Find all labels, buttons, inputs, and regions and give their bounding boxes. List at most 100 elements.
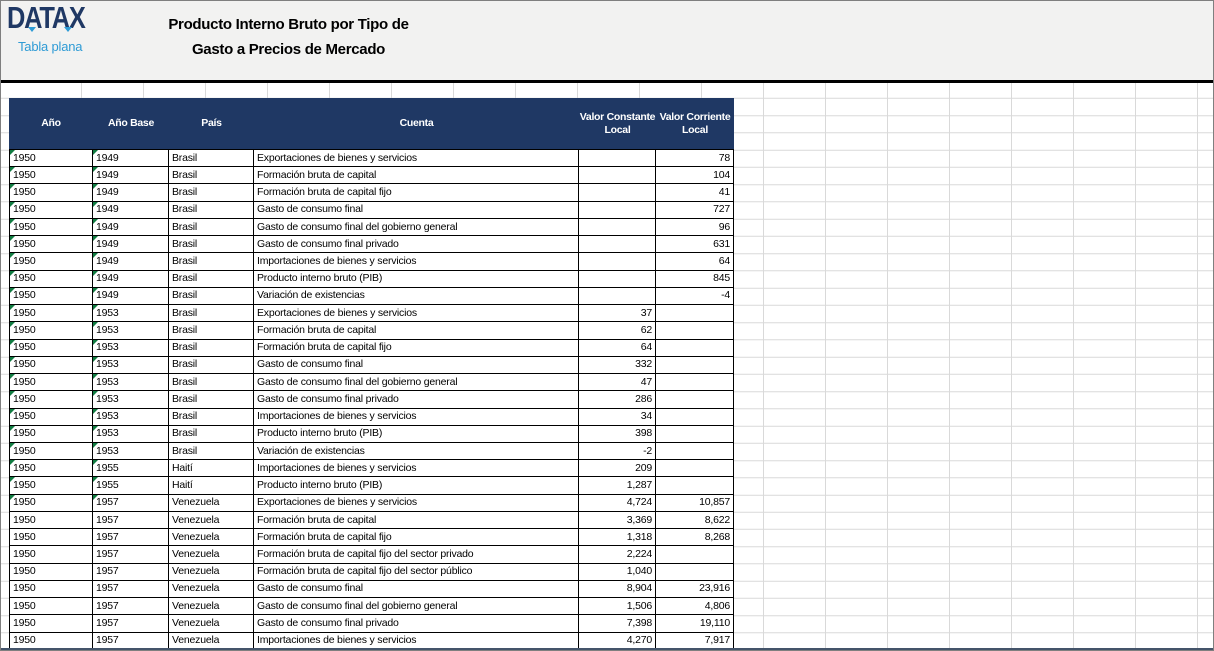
cell-valor-constante[interactable] (579, 236, 656, 253)
cell-cuenta[interactable]: Gasto de consumo final (254, 357, 579, 374)
cell-valor-corriente[interactable] (656, 426, 734, 443)
cell-cuenta[interactable]: Exportaciones de bienes y servicios (254, 495, 579, 512)
cell-valor-corriente[interactable]: 727 (656, 202, 734, 219)
cell-cuenta[interactable]: Producto interno bruto (PIB) (254, 271, 579, 288)
cell-valor-corriente[interactable] (656, 409, 734, 426)
cell-ano-base[interactable]: 1953 (93, 391, 169, 408)
cell-valor-constante[interactable]: 286 (579, 391, 656, 408)
cell-valor-corriente[interactable] (656, 305, 734, 322)
cell-cuenta[interactable]: Exportaciones de bienes y servicios (254, 150, 579, 167)
cell-cuenta[interactable]: Formación bruta de capital fijo (254, 184, 579, 201)
cell-ano-base[interactable]: 1949 (93, 288, 169, 305)
cell-cuenta[interactable]: Importaciones de bienes y servicios (254, 460, 579, 477)
cell-pais[interactable]: Brasil (169, 236, 254, 253)
cell-valor-corriente[interactable] (656, 460, 734, 477)
cell-pais[interactable]: Venezuela (169, 546, 254, 563)
cell-valor-corriente[interactable]: 104 (656, 167, 734, 184)
cell-ano-base[interactable]: 1949 (93, 219, 169, 236)
cell-ano[interactable]: 1950 (9, 564, 93, 581)
cell-cuenta[interactable]: Importaciones de bienes y servicios (254, 409, 579, 426)
cell-ano[interactable]: 1950 (9, 184, 93, 201)
cell-valor-constante[interactable]: 37 (579, 305, 656, 322)
cell-ano-base[interactable]: 1955 (93, 477, 169, 494)
cell-ano[interactable]: 1950 (9, 357, 93, 374)
cell-ano-base[interactable]: 1957 (93, 546, 169, 563)
column-header-cuenta[interactable]: Cuenta (254, 98, 579, 149)
cell-cuenta[interactable]: Producto interno bruto (PIB) (254, 426, 579, 443)
cell-pais[interactable]: Brasil (169, 288, 254, 305)
cell-ano[interactable]: 1950 (9, 529, 93, 546)
cell-ano[interactable]: 1950 (9, 546, 93, 563)
cell-ano-base[interactable]: 1957 (93, 495, 169, 512)
cell-cuenta[interactable]: Formación bruta de capital (254, 512, 579, 529)
cell-valor-constante[interactable]: 64 (579, 340, 656, 357)
cell-ano-base[interactable]: 1953 (93, 374, 169, 391)
cell-pais[interactable]: Venezuela (169, 529, 254, 546)
cell-ano[interactable]: 1950 (9, 598, 93, 615)
cell-valor-constante[interactable] (579, 184, 656, 201)
cell-ano[interactable]: 1950 (9, 581, 93, 598)
cell-cuenta[interactable]: Gasto de consumo final del gobierno gene… (254, 374, 579, 391)
cell-valor-corriente[interactable] (656, 443, 734, 460)
cell-valor-constante[interactable]: 332 (579, 357, 656, 374)
cell-ano-base[interactable]: 1957 (93, 581, 169, 598)
cell-pais[interactable]: Venezuela (169, 581, 254, 598)
cell-pais[interactable]: Brasil (169, 322, 254, 339)
cell-pais[interactable]: Brasil (169, 167, 254, 184)
cell-valor-corriente[interactable] (656, 322, 734, 339)
cell-ano-base[interactable]: 1949 (93, 184, 169, 201)
cell-valor-corriente[interactable] (656, 546, 734, 563)
cell-cuenta[interactable]: Exportaciones de bienes y servicios (254, 305, 579, 322)
cell-valor-constante[interactable]: -2 (579, 443, 656, 460)
cell-valor-constante[interactable]: 1,287 (579, 477, 656, 494)
cell-ano[interactable]: 1950 (9, 288, 93, 305)
cell-valor-corriente[interactable]: 4,806 (656, 598, 734, 615)
cell-valor-constante[interactable]: 1,318 (579, 529, 656, 546)
cell-valor-constante[interactable]: 4,724 (579, 495, 656, 512)
cell-cuenta[interactable]: Formación bruta de capital fijo del sect… (254, 546, 579, 563)
cell-valor-constante[interactable] (579, 150, 656, 167)
cell-cuenta[interactable]: Formación bruta de capital (254, 322, 579, 339)
cell-ano[interactable]: 1950 (9, 150, 93, 167)
cell-valor-corriente[interactable]: 19,110 (656, 615, 734, 632)
cell-pais[interactable]: Haití (169, 460, 254, 477)
cell-valor-constante[interactable] (579, 288, 656, 305)
cell-pais[interactable]: Brasil (169, 305, 254, 322)
cell-ano-base[interactable]: 1953 (93, 340, 169, 357)
cell-cuenta[interactable]: Variación de existencias (254, 288, 579, 305)
cell-ano[interactable]: 1950 (9, 460, 93, 477)
cell-valor-constante[interactable]: 62 (579, 322, 656, 339)
cell-valor-corriente[interactable] (656, 564, 734, 581)
cell-pais[interactable]: Brasil (169, 443, 254, 460)
cell-valor-constante[interactable]: 34 (579, 409, 656, 426)
cell-pais[interactable]: Brasil (169, 357, 254, 374)
cell-pais[interactable]: Haití (169, 477, 254, 494)
cell-ano-base[interactable]: 1957 (93, 615, 169, 632)
column-header-valor-constante[interactable]: Valor Constante Local (579, 98, 656, 149)
cell-ano[interactable]: 1950 (9, 305, 93, 322)
cell-ano[interactable]: 1950 (9, 322, 93, 339)
cell-ano-base[interactable]: 1957 (93, 598, 169, 615)
cell-ano-base[interactable]: 1957 (93, 512, 169, 529)
cell-ano[interactable]: 1950 (9, 443, 93, 460)
cell-valor-corriente[interactable] (656, 374, 734, 391)
cell-valor-corriente[interactable]: 8,268 (656, 529, 734, 546)
cell-valor-constante[interactable] (579, 167, 656, 184)
cell-cuenta[interactable]: Gasto de consumo final privado (254, 615, 579, 632)
cell-ano[interactable]: 1950 (9, 477, 93, 494)
cell-pais[interactable]: Brasil (169, 150, 254, 167)
cell-ano[interactable]: 1950 (9, 271, 93, 288)
cell-valor-constante[interactable]: 47 (579, 374, 656, 391)
cell-valor-constante[interactable]: 398 (579, 426, 656, 443)
column-header-ano[interactable]: Año (9, 98, 93, 149)
cell-ano-base[interactable]: 1955 (93, 460, 169, 477)
cell-cuenta[interactable]: Variación de existencias (254, 443, 579, 460)
cell-valor-constante[interactable]: 209 (579, 460, 656, 477)
cell-ano[interactable]: 1950 (9, 374, 93, 391)
cell-pais[interactable]: Venezuela (169, 495, 254, 512)
cell-valor-constante[interactable] (579, 202, 656, 219)
cell-valor-constante[interactable]: 1,506 (579, 598, 656, 615)
cell-ano[interactable]: 1950 (9, 495, 93, 512)
cell-ano-base[interactable]: 1953 (93, 409, 169, 426)
cell-cuenta[interactable]: Gasto de consumo final del gobierno gene… (254, 598, 579, 615)
